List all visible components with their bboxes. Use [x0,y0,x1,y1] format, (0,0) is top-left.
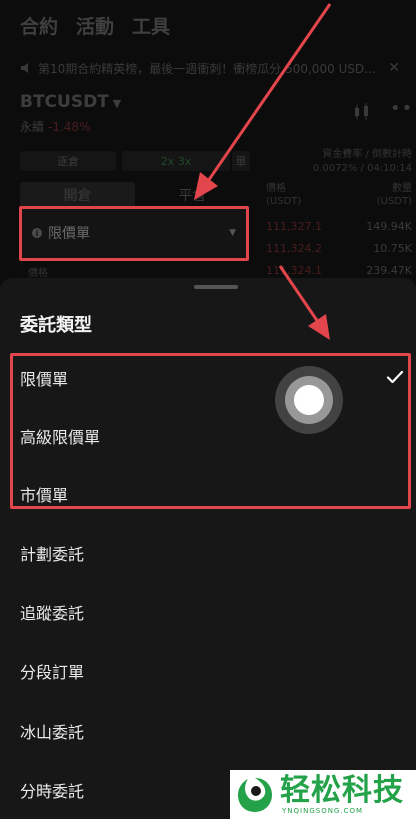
sheet-drag-handle[interactable] [194,285,238,289]
announcement-bar[interactable]: 第10期合約精英榜，最後一週衝刺！衝榜瓜分 500,000 USD... ✕ [20,58,400,78]
tab-close[interactable]: 平倉 [135,182,250,208]
watermark-text: 轻松科技 [280,772,404,808]
watermark-domain: YNQINGSONG.COM [282,806,364,815]
option-label: 分時委託 [20,782,85,801]
price-field-label: 價格 [28,268,48,279]
option-iceberg-order[interactable]: 冰山委託 [0,711,416,751]
option-label: 分段訂單 [20,663,85,682]
option-label: 冰山委託 [20,723,85,742]
ask-qty: 149.94K [366,220,412,233]
close-icon[interactable]: ✕ [388,60,400,76]
watermark: 轻松科技 YNQINGSONG.COM [230,770,416,819]
qty-header: 數量 [392,183,412,194]
orderbook-row[interactable]: 111,327.1 149.94K [266,220,412,233]
sheet-title: 委託類型 [20,315,92,336]
annotation-highlight-box [19,206,249,261]
funding-value: 0.0072% / 04:10:14 [312,163,412,174]
more-icon[interactable]: ••• [390,98,416,119]
orderbook-row[interactable]: 111,324.2 10.75K [266,242,412,255]
option-trailing-order[interactable]: 追蹤委託 [0,592,416,632]
funding-label: 資金費率 / 倒數計時 [322,149,412,160]
price-change: -1.48% [48,120,91,134]
tab-open[interactable]: 開倉 [20,182,135,208]
top-nav: 合約 活動 工具 [20,12,170,39]
option-label: 追蹤委託 [20,604,85,623]
annotation-highlight-box [10,353,411,509]
option-scaled-order[interactable]: 分段訂單 [0,651,416,691]
ask-price: 111,324.1 [266,264,322,277]
nav-item-activity[interactable]: 活動 [76,12,114,39]
price-header: 價格 [266,183,286,194]
ask-price: 111,324.2 [266,242,322,255]
speaker-icon [21,63,28,73]
funding-info: 資金費率 / 倒數計時 0.0072% / 04:10:14 [282,148,412,176]
ask-qty: 10.75K [373,242,412,255]
order-type-sheet: 委託類型 限價單 高級限價單 市價單 計劃委託 追蹤委託 分段訂單 冰山委託 分… [0,278,416,819]
contract-type: 永續 [20,120,45,134]
leverage-button[interactable]: 2x 3x [122,151,230,171]
market-info: 永續 -1.48% [20,118,90,135]
nav-item-contract[interactable]: 合約 [20,12,58,39]
margin-mode-button[interactable]: 逐倉 [20,151,116,171]
option-label: 計劃委託 [20,545,85,564]
position-mode-button[interactable]: 單 [232,151,250,171]
announcement-text: 第10期合約精英榜，最後一週衝刺！衝榜瓜分 500,000 USD... [38,61,376,76]
ask-price: 111,327.1 [266,220,322,233]
trade-tabs: 開倉 平倉 [20,182,250,208]
nav-item-tools[interactable]: 工具 [132,12,170,39]
caret-down-icon: ▼ [112,97,122,110]
option-trigger-order[interactable]: 計劃委託 [0,533,416,573]
watermark-logo-icon [238,777,272,812]
orderbook-header: 價格 (USDT) 數量 (USDT) [266,182,412,208]
orderbook-row[interactable]: 111,324.1 239.47K [266,264,412,277]
symbol-selector[interactable]: BTCUSDT ▼ [20,92,121,112]
symbol-name: BTCUSDT [20,92,109,112]
price-unit: (USDT) [266,196,302,207]
qty-unit: (USDT) [376,196,412,207]
ask-qty: 239.47K [366,264,412,277]
touch-indicator [275,366,343,434]
candlestick-icon[interactable] [352,102,372,122]
